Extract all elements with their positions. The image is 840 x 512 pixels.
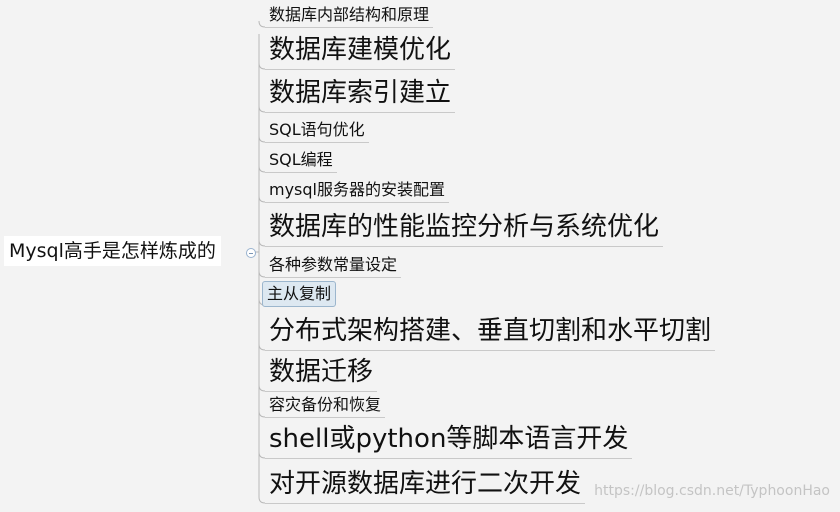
branch-topic[interactable]: 对开源数据库进行二次开发 [265,465,586,504]
branch-topic[interactable]: 数据库内部结构和原理 [265,3,434,28]
watermark: https://blog.csdn.net/TyphoonHao [594,483,830,499]
branch-topic[interactable]: 分布式架构搭建、垂直切割和水平切割 [265,312,716,351]
branch-topic[interactable]: SQL编程 [265,148,337,173]
branch-topic[interactable]: mysql服务器的安装配置 [265,178,449,203]
branch-topic[interactable]: 容灾备份和恢复 [265,393,386,418]
branch-topic[interactable]: shell或python等脚本语言开发 [265,420,633,459]
branch-topic[interactable]: 数据库索引建立 [265,74,456,113]
branch-topic[interactable]: SQL语句优化 [265,118,369,143]
collapse-toggle-icon[interactable] [246,248,256,258]
branch-topic[interactable]: 数据库建模优化 [265,31,456,70]
branch-topic[interactable]: 数据库的性能监控分析与系统优化 [265,208,664,247]
root-topic[interactable]: Mysql高手是怎样炼成的 [4,236,221,266]
branch-topic[interactable]: 数据迁移 [265,353,378,392]
branch-topic[interactable]: 各种参数常量设定 [265,253,402,278]
branch-topic-selected[interactable]: 主从复制 [262,281,337,307]
